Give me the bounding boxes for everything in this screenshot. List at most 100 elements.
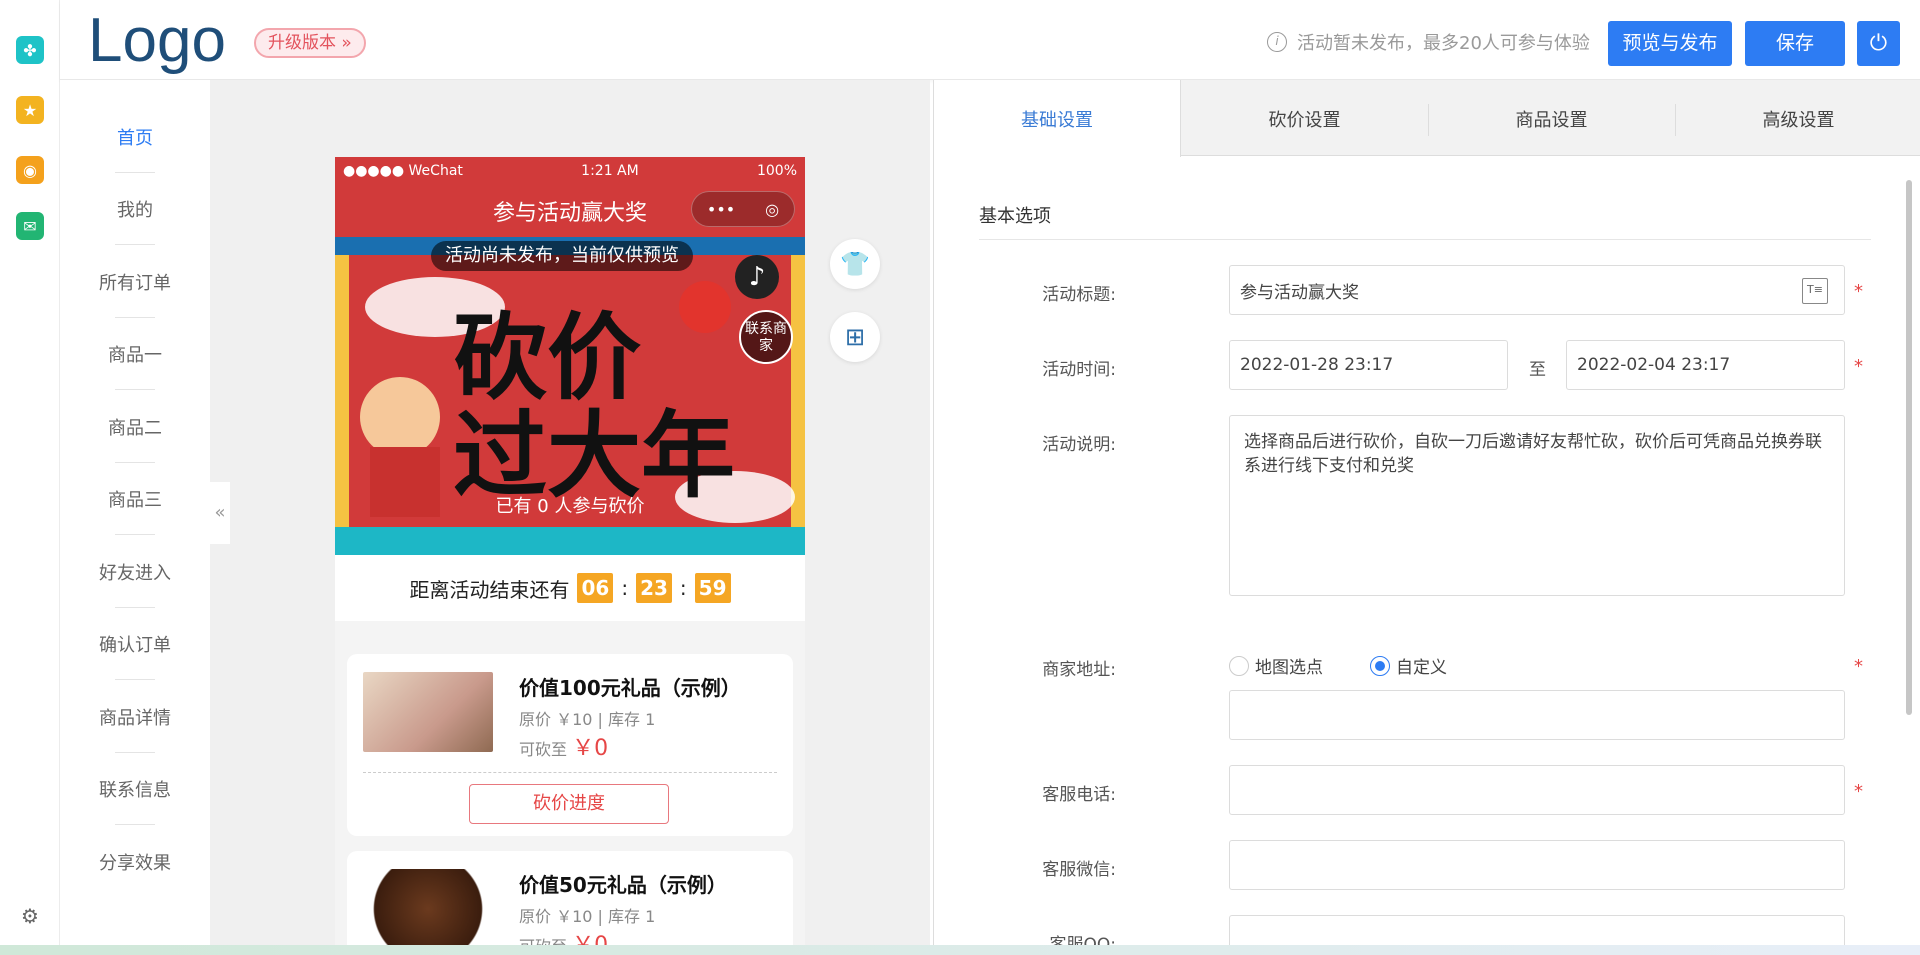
end-time-input[interactable]: 2022-02-04 23:17 [1566,340,1845,390]
nav-divider [115,752,155,753]
grid-layout-icon[interactable]: ⊞ [830,312,880,362]
star-app-icon[interactable]: ★ [16,96,44,124]
product-card[interactable]: 价值50元礼品（示例） 原价 ￥10 | 库存 1 可砍至 ￥0 [347,851,793,955]
nav-item-product-1[interactable]: 商品一 [60,341,210,367]
bargain-progress-button[interactable]: 砍价进度 [469,784,669,824]
tab-product-settings[interactable]: 商品设置 [1428,80,1675,156]
phone-input[interactable] [1229,765,1845,815]
countdown-separator: : [621,576,629,600]
nav-divider [115,317,155,318]
description-textarea[interactable]: 选择商品后进行砍价，自砍一刀后邀请好友帮忙砍，砍价后可凭商品兑换券联系进行线下支… [1229,415,1845,596]
nav-divider [115,244,155,245]
price-value: ￥0 [572,736,609,761]
gear-icon[interactable]: ⚙ [18,904,42,928]
text-template-icon[interactable]: T≡ [1802,278,1828,304]
countdown-separator: : [679,576,687,600]
product-meta: 原价 ￥10 | 库存 1 [519,907,656,926]
tshirt-theme-icon[interactable]: 👕 [830,239,880,289]
countdown-bar: 距离活动结束还有 06 : 23 : 59 [335,555,805,621]
product-name: 价值100元礼品（示例） [519,676,741,700]
required-mark: * [1854,781,1863,802]
phone-label: 客服电话: [1042,785,1116,805]
miniapp-capsule[interactable]: ••• ◎ [691,191,795,227]
power-icon[interactable]: ⏻ [1857,21,1900,66]
page-nav: 首页 我的 所有订单 商品一 商品二 商品三 好友进入 确认订单 商品详情 联系… [60,80,210,955]
section-divider [979,239,1871,240]
more-dots-icon[interactable]: ••• [707,200,735,219]
participant-count: 已有 0 人参与砍价 [495,496,645,517]
mail-app-icon[interactable]: ✉ [16,212,44,240]
app-root: ✤ ★ ◉ ✉ ⚙ Logo 升级版本 » i 活动暂未发布，最多20人可参与体… [0,0,1920,955]
activity-title-input[interactable]: 参与活动赢大奖 T≡ [1229,265,1845,315]
nav-item-contact[interactable]: 联系信息 [60,776,210,802]
required-mark: * [1854,356,1863,377]
top-header: Logo 升级版本 » i 活动暂未发布，最多20人可参与体验 预览与发布 保存… [60,0,1920,80]
time-to-label: 至 [1529,360,1546,380]
settings-tabs: 基础设置 砍价设置 商品设置 高级设置 [934,80,1920,157]
upgrade-button[interactable]: 升级版本 » [254,28,366,58]
activity-banner: 活动尚未发布，当前仅供预览 砍价 过大年 ♪ 联系商家 已有 0 人参与砍价 [335,237,805,555]
publish-notice: i 活动暂未发布，最多20人可参与体验 [1267,29,1590,55]
address-option-map[interactable]: 地图选点 [1229,653,1323,678]
nav-divider [115,389,155,390]
activity-title-value: 参与活动赢大奖 [1240,282,1359,303]
nav-item-share[interactable]: 分享效果 [60,849,210,875]
nav-item-product-detail[interactable]: 商品详情 [60,704,210,730]
phone-topbar: ●●●●● WeChat 1:21 AM 100% 参与活动赢大奖 ••• ◎ [335,157,805,237]
clover-app-icon[interactable]: ✤ [16,36,44,64]
address-input[interactable] [1229,690,1845,740]
phone-mockup: ●●●●● WeChat 1:21 AM 100% 参与活动赢大奖 ••• ◎ [335,157,805,955]
tab-advanced-settings[interactable]: 高级设置 [1675,80,1920,156]
product-meta: 原价 ￥10 | 库存 1 [519,710,656,729]
nav-item-mine[interactable]: 我的 [60,196,210,222]
banner-headline-line1: 砍价 [453,303,642,413]
logo: Logo [88,6,226,75]
collapse-nav-icon[interactable]: « [210,482,230,544]
phone-statusbar: ●●●●● WeChat 1:21 AM 100% [343,161,797,181]
banner-headline: 砍价 过大年 [453,309,735,505]
nav-divider [115,534,155,535]
nav-divider [115,824,155,825]
weibo-app-icon[interactable]: ◉ [16,156,44,184]
section-title: 基本选项 [979,206,1051,227]
app-dock: ✤ ★ ◉ ✉ ⚙ [0,0,60,955]
status-time: 1:21 AM [581,163,639,179]
nav-divider [115,607,155,608]
contact-merchant-button[interactable]: 联系商家 [739,310,793,364]
tab-basic-settings[interactable]: 基础设置 [934,80,1181,157]
notice-text: 活动暂未发布，最多20人可参与体验 [1297,33,1590,54]
nav-divider [115,172,155,173]
settings-panel: 基础设置 砍价设置 商品设置 高级设置 基本选项 活动标题: 参与活动赢大奖 T… [933,80,1920,955]
info-icon: i [1267,32,1287,52]
address-option-custom[interactable]: 自定义 [1370,653,1447,678]
radio-label: 地图选点 [1255,658,1323,678]
preview-publish-button[interactable]: 预览与发布 [1608,21,1732,66]
card-divider [363,772,777,773]
os-taskbar [0,945,1920,955]
nav-item-friend-enter[interactable]: 好友进入 [60,559,210,585]
product-card[interactable]: 价值100元礼品（示例） 原价 ￥10 | 库存 1 可砍至 ￥0 砍价进度 [347,654,793,836]
nav-item-home[interactable]: 首页 [60,124,210,150]
nav-item-product-3[interactable]: 商品三 [60,486,210,512]
nav-item-product-2[interactable]: 商品二 [60,414,210,440]
title-label: 活动标题: [1042,285,1116,305]
nav-item-confirm-order[interactable]: 确认订单 [60,631,210,657]
panel-scrollbar[interactable] [1906,180,1912,715]
product-name: 价值50元礼品（示例） [519,873,727,897]
close-target-icon[interactable]: ◎ [765,200,779,219]
banner-headline-line2: 过大年 [453,401,736,511]
tab-bargain-settings[interactable]: 砍价设置 [1181,80,1428,156]
wechat-input[interactable] [1229,840,1845,890]
countdown-minutes: 23 [636,573,672,603]
nav-divider [115,679,155,680]
radio-circle-selected[interactable] [1370,655,1390,676]
nav-item-orders[interactable]: 所有订单 [60,269,210,295]
countdown-seconds: 59 [694,573,731,603]
music-icon[interactable]: ♪ [735,255,779,299]
start-time-input[interactable]: 2022-01-28 23:17 [1229,340,1508,390]
description-label: 活动说明: [1042,435,1116,455]
save-button[interactable]: 保存 [1745,21,1845,66]
time-label: 活动时间: [1042,360,1116,380]
radio-circle[interactable] [1229,655,1249,676]
nav-divider [115,462,155,463]
